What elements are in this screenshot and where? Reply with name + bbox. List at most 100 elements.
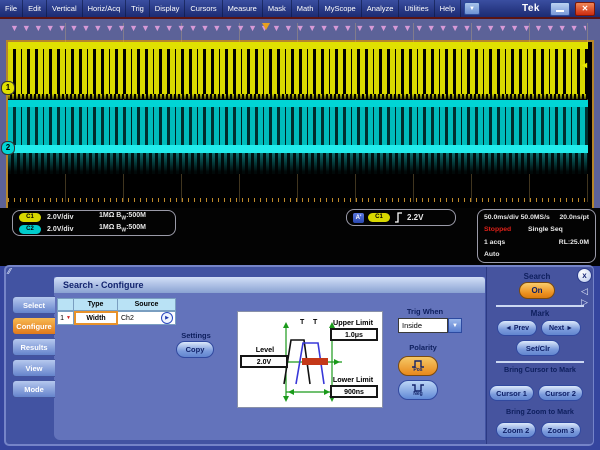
acquisition-mode: Single Seq [528, 226, 563, 233]
header-type: Type [74, 298, 118, 311]
row-number-cell[interactable]: 1▼ [57, 311, 74, 325]
polarity-neg-button[interactable]: Neg [398, 380, 438, 400]
minimize-button[interactable] [550, 2, 570, 16]
tab-select[interactable]: Select [12, 296, 55, 314]
level-value[interactable]: 2.0V [240, 355, 288, 368]
cursor1-button[interactable]: Cursor 1 [489, 385, 534, 401]
close-window-button[interactable]: ✕ [575, 2, 595, 16]
lower-limit-value[interactable]: 900ns [330, 385, 378, 398]
mark-prev-button[interactable]: ◄ Prev [497, 320, 537, 336]
tab-view[interactable]: View [12, 359, 55, 377]
pulse-diagram-box: T T Level 2.0V Upper Limit 1.0μs Lower L… [237, 311, 383, 408]
ch2-readout[interactable]: C2 2.0V/div 1MΩ BW:500M [19, 224, 175, 235]
acquisition-count: 1 acqs [484, 239, 505, 246]
menu-trig[interactable]: Trig [126, 0, 150, 17]
chevron-down-icon: ▼ [452, 323, 458, 329]
upper-limit-value[interactable]: 1.0μs [330, 328, 378, 341]
mark-next-button[interactable]: Next ► [541, 320, 581, 336]
tek-logo: Tek [522, 3, 550, 14]
menu-file[interactable]: File [0, 0, 23, 17]
zoom3-button[interactable]: Zoom 3 [541, 422, 581, 438]
horizontal-readout-box: 50.0ms/div 50.0MS/s 20.0ns/pt Stopped Si… [477, 209, 596, 263]
bring-zoom-label: Bring Zoom to Mark [492, 407, 588, 416]
mark-label: Mark [520, 309, 560, 318]
minimize-icon [556, 10, 564, 12]
ch1-scale: 2.0V/div [47, 214, 99, 221]
menu-overflow-button[interactable]: ▼ [464, 2, 480, 15]
ch2-waveform-noise [8, 153, 588, 174]
dialog-grip-icon[interactable]: ⁄⁄ [8, 267, 11, 276]
trigger-position-marker[interactable] [262, 23, 270, 30]
menu-measure[interactable]: Measure [223, 0, 263, 17]
zoom2-button[interactable]: Zoom 2 [496, 422, 536, 438]
menu-display[interactable]: Display [150, 0, 186, 17]
trig-when-label: Trig When [396, 307, 454, 316]
ch2-reference-marker[interactable]: 2 [1, 141, 15, 155]
collapse-left-icon[interactable]: ◁ [581, 287, 588, 296]
type-cell[interactable]: Width [74, 311, 118, 325]
source-cell[interactable]: Ch2 ▶ [118, 311, 176, 325]
polarity-pos-button[interactable]: Pos [398, 356, 438, 376]
menu-cursors[interactable]: Cursors [185, 0, 222, 17]
menu-analyze[interactable]: Analyze [362, 0, 400, 17]
trigger-level-arrow[interactable]: ◄ [580, 61, 589, 70]
ch2-scale: 2.0V/div [47, 226, 99, 233]
menu-edit[interactable]: Edit [23, 0, 47, 17]
trigger-level-value: 2.2V [407, 213, 423, 222]
search-table: Type Source 1▼ Width Ch2 ▶ [57, 298, 176, 325]
ch1-waveform-top [8, 42, 588, 49]
readout-strip: C1 2.0V/div 1MΩ BW:500M C2 2.0V/div 1MΩ … [0, 208, 600, 266]
tab-mode[interactable]: Mode [12, 380, 55, 398]
ch2-badge: C2 [19, 225, 41, 234]
panel-divider-2 [496, 361, 584, 363]
panel-divider-1 [496, 305, 584, 307]
menu-help[interactable]: Help [435, 0, 461, 17]
ch2-waveform-baseline [8, 145, 588, 153]
acquisition-status: Stopped [484, 226, 528, 233]
t-mark-1: T [300, 319, 304, 326]
rising-edge-icon [394, 212, 403, 223]
ch1-waveform [8, 49, 588, 94]
source-expand-icon[interactable]: ▶ [161, 312, 173, 324]
tab-configure[interactable]: Configure [12, 317, 55, 335]
dialog-title: Search - Configure [54, 277, 485, 293]
level-label: Level [242, 345, 288, 354]
ch1-waveform-base [8, 94, 588, 99]
ch1-readout[interactable]: C1 2.0V/div 1MΩ BW:500M [19, 212, 175, 223]
menu-math[interactable]: Math [292, 0, 320, 17]
resolution: 20.0ns/pt [560, 214, 589, 221]
trig-when-select[interactable]: Inside [398, 318, 448, 333]
ch1-coupling: 1MΩ BW:500M [99, 212, 146, 221]
row-marker-icon: ▼ [66, 315, 71, 321]
trigger-readout-box[interactable]: A' C1 2.2V [346, 209, 456, 226]
search-on-button[interactable]: On [519, 282, 555, 299]
ch1-badge: C1 [19, 213, 41, 222]
search-label: Search [512, 272, 562, 281]
mark-setclr-button[interactable]: Set/Clr [516, 340, 560, 356]
sample-rate: 50.0MS/s [521, 214, 550, 221]
menu-vertical[interactable]: Vertical [47, 0, 83, 17]
menu-myscope[interactable]: MyScope [319, 0, 361, 17]
menu-mask[interactable]: Mask [263, 0, 292, 17]
dialog-close-button[interactable]: x [577, 268, 592, 283]
trigger-source-badge: C1 [368, 213, 390, 222]
menu-bar: File Edit Vertical Horiz/Acq Trig Displa… [0, 0, 600, 17]
cursor2-button[interactable]: Cursor 2 [538, 385, 583, 401]
ch1-reference-marker[interactable]: 1 [1, 81, 15, 95]
trig-when-dropdown-button[interactable]: ▼ [448, 318, 462, 333]
t-mark-2: T [313, 319, 317, 326]
bring-cursor-label: Bring Cursor to Mark [490, 365, 590, 374]
table-header-row: Type Source [57, 298, 176, 311]
menu-horiz-acq[interactable]: Horiz/Acq [83, 0, 127, 17]
polarity-label: Polarity [395, 343, 451, 352]
table-row: 1▼ Width Ch2 ▶ [57, 311, 176, 325]
oscilloscope-screen: File Edit Vertical Horiz/Acq Trig Displa… [0, 0, 600, 450]
menu-utilities[interactable]: Utilities [399, 0, 434, 17]
tab-results[interactable]: Results [12, 338, 55, 356]
ch2-coupling: 1MΩ BW:500M [99, 224, 146, 233]
header-num [57, 298, 74, 311]
copy-settings-button[interactable]: Copy [176, 341, 214, 358]
lower-limit-label: Lower Limit [324, 375, 382, 384]
channel-readout-box: C1 2.0V/div 1MΩ BW:500M C2 2.0V/div 1MΩ … [12, 210, 176, 236]
chevron-down-icon: ▼ [469, 6, 475, 12]
